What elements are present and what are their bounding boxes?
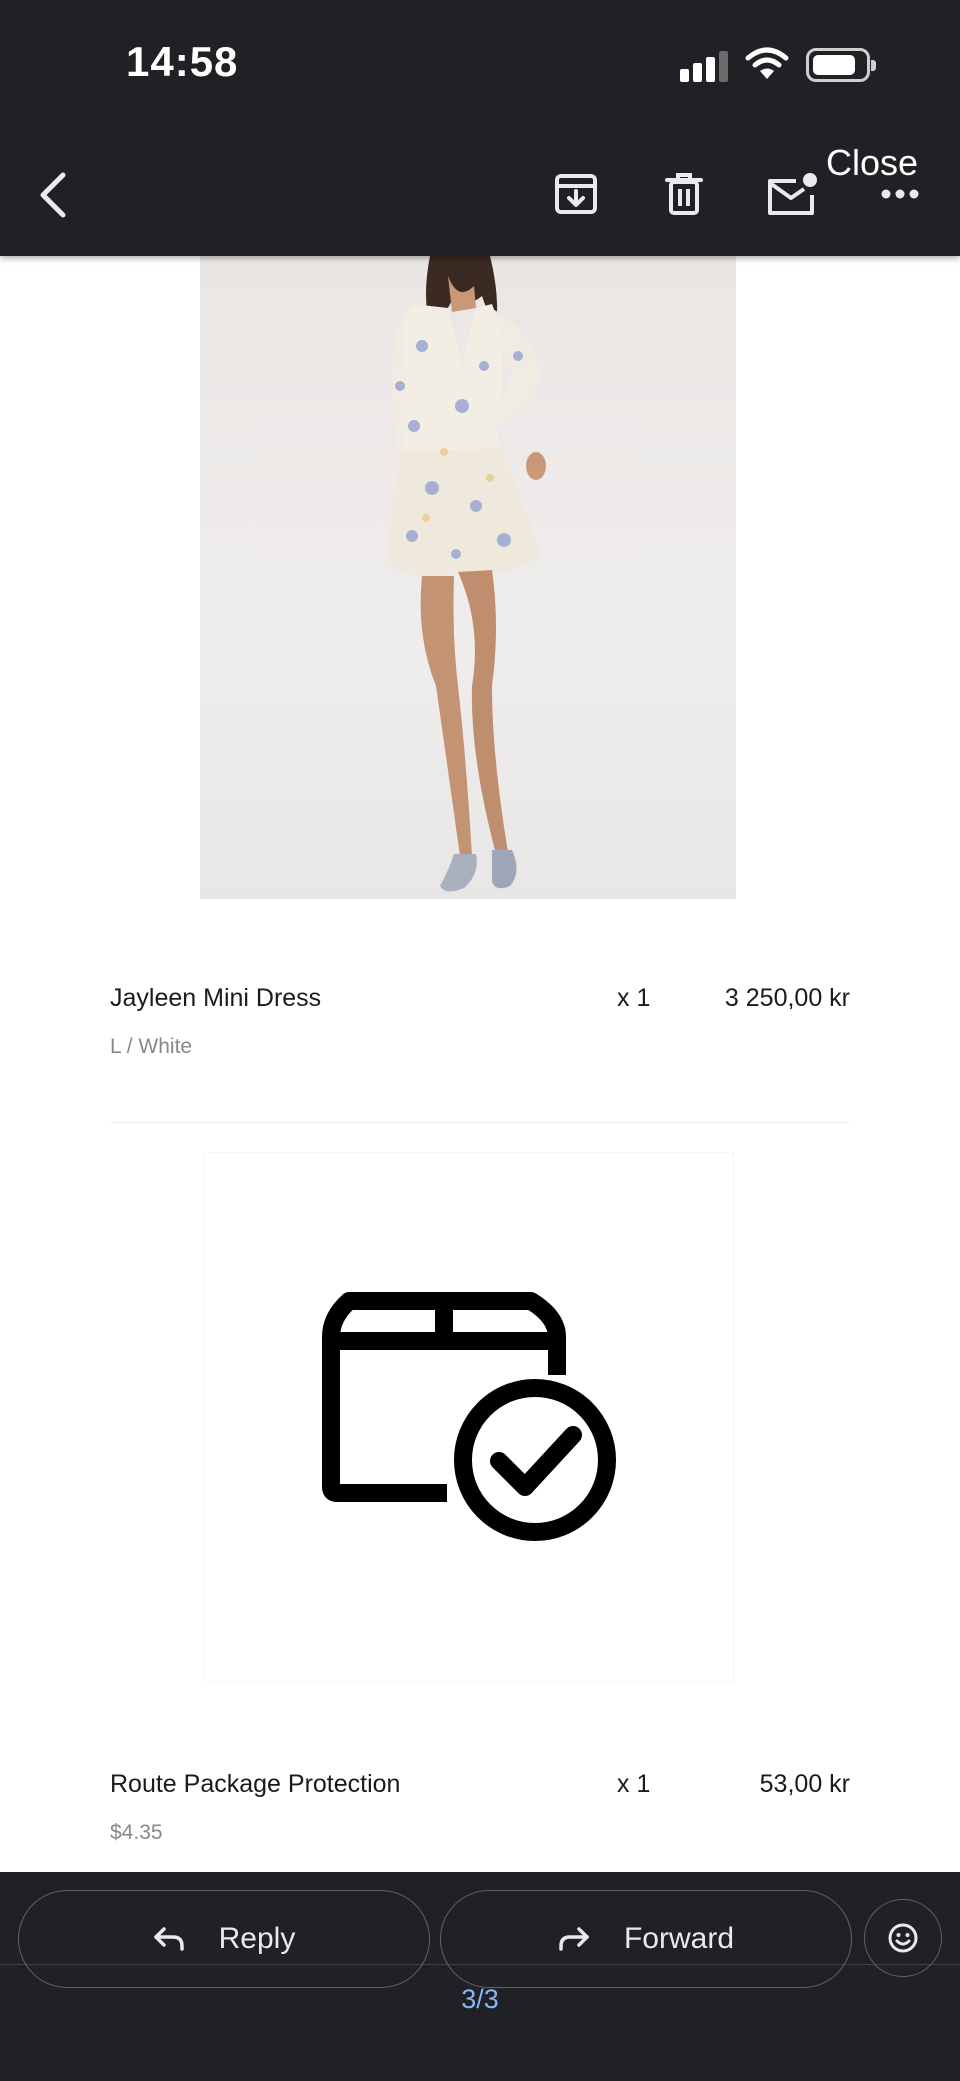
item-divider	[110, 1122, 850, 1123]
delete-button[interactable]	[656, 166, 712, 222]
mark-unread-icon	[768, 173, 817, 215]
item-variant: L / White	[110, 1035, 193, 1058]
trash-icon	[665, 173, 703, 215]
forward-arrow-icon	[559, 1927, 589, 1951]
reply-button[interactable]: Reply	[18, 1890, 430, 1988]
package-check-icon	[322, 1292, 616, 1541]
forward-label: Forward	[623, 1922, 735, 1955]
package-protection-image	[204, 1152, 734, 1682]
mark-unread-button[interactable]	[762, 164, 822, 224]
signal-icon	[680, 50, 730, 82]
product-photo	[200, 256, 736, 899]
battery-icon	[806, 48, 876, 82]
bottom-action-bar: Reply Forward 3/3	[0, 1872, 960, 2081]
emoji-react-button[interactable]	[864, 1899, 942, 1977]
item-price: 53,00 kr	[759, 1770, 850, 1798]
archive-button[interactable]	[548, 166, 604, 222]
item-quantity: x 1	[617, 1770, 651, 1798]
archive-icon	[555, 174, 597, 214]
reply-label: Reply	[218, 1922, 296, 1955]
back-arrow-icon	[40, 172, 66, 218]
more-dots-icon	[881, 189, 919, 199]
close-button[interactable]: Close	[826, 142, 918, 184]
page-indicator: 3/3	[461, 1984, 499, 2014]
status-time: 14:58	[126, 38, 239, 85]
emoji-react-icon	[888, 1923, 918, 1953]
dress-model-illustration	[386, 256, 546, 892]
back-button[interactable]	[22, 160, 82, 230]
reply-arrow-icon	[153, 1927, 184, 1951]
forward-button[interactable]: Forward	[440, 1890, 852, 1988]
top-app-bar: 14:58 Close	[0, 0, 960, 256]
wifi-icon	[745, 47, 789, 79]
item-name: Route Package Protection	[110, 1770, 401, 1798]
item-variant: $4.35	[110, 1821, 163, 1844]
item-quantity: x 1	[617, 984, 651, 1012]
email-body[interactable]: Jayleen Mini Dress x 1 3 250,00 kr L / W…	[0, 256, 960, 1872]
item-price: 3 250,00 kr	[724, 984, 850, 1012]
item-name: Jayleen Mini Dress	[110, 984, 322, 1012]
